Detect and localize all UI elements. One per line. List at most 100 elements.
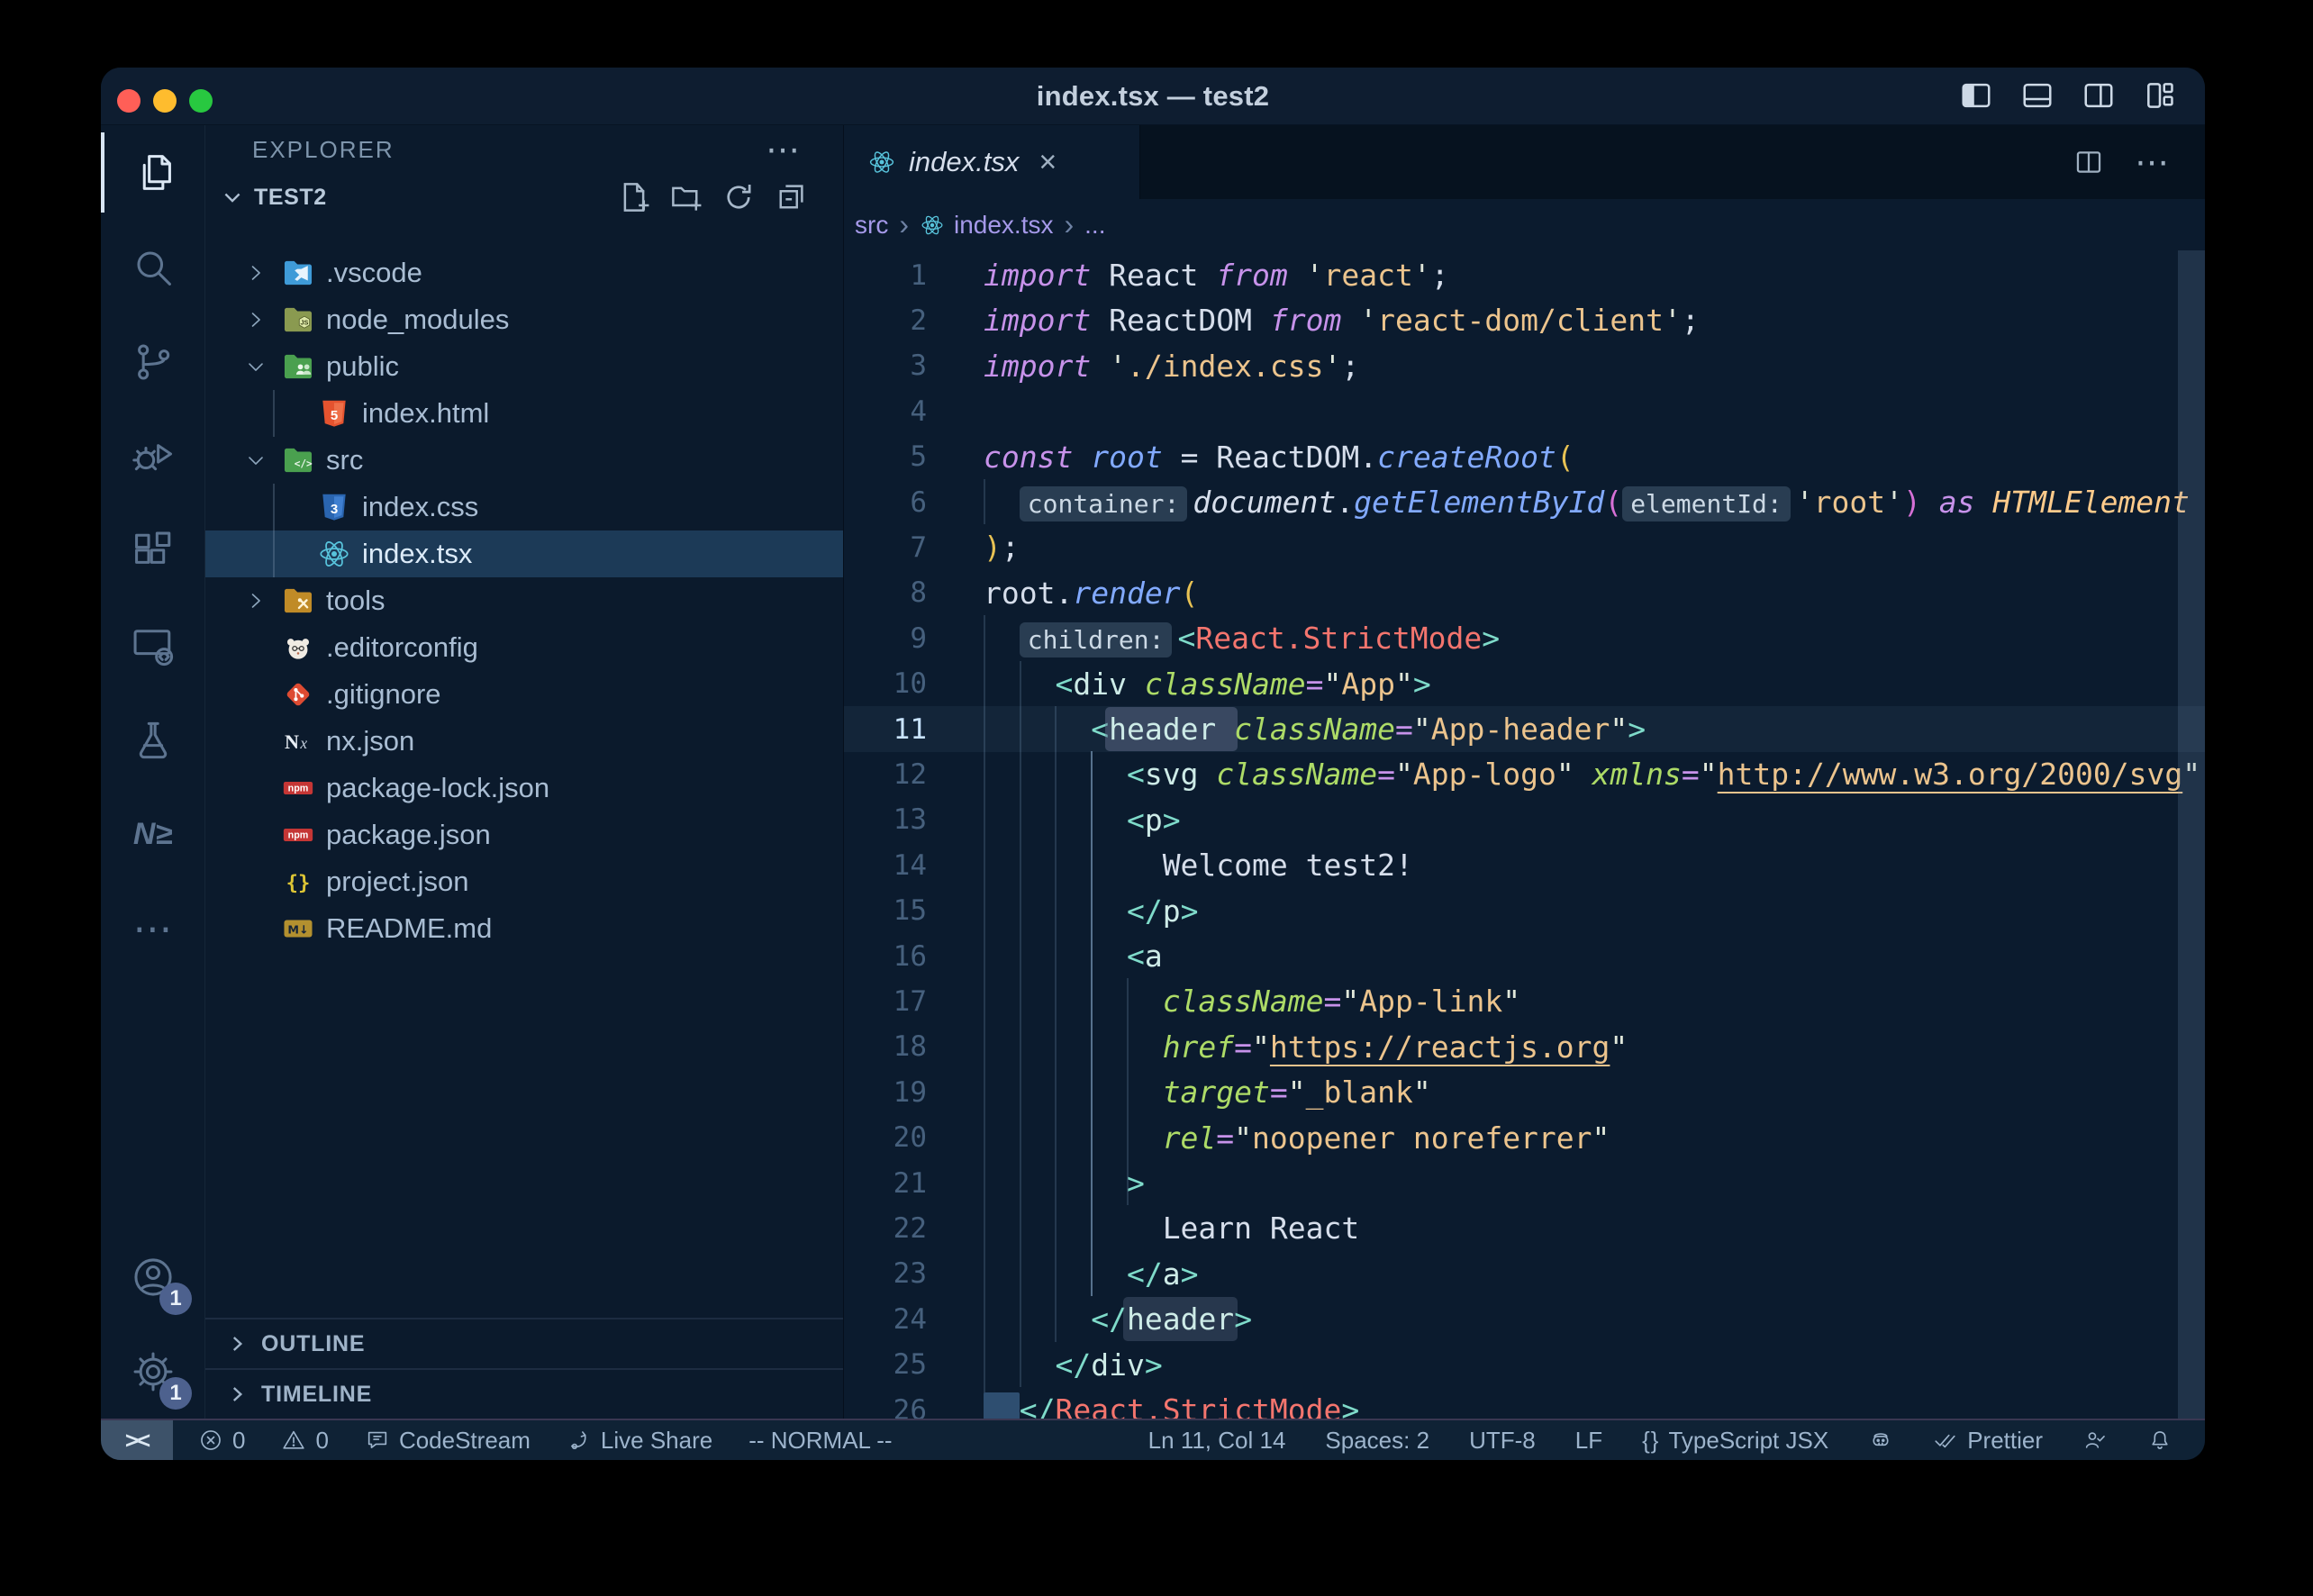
code-line-23[interactable]: 23 </a> [844, 1251, 2205, 1297]
line-number[interactable]: 24 [844, 1303, 927, 1336]
code-line-16[interactable]: 16 <a [844, 933, 2205, 979]
code-line-13[interactable]: 13 <p> [844, 797, 2205, 843]
line-number[interactable]: 20 [844, 1121, 927, 1154]
breadcrumb-item-index-tsx[interactable]: index.tsx [920, 211, 1054, 240]
code-line-3[interactable]: 3import './index.css'; [844, 343, 2205, 389]
zoom-window-button[interactable] [189, 89, 213, 113]
tree-item--vscode[interactable]: .vscode [205, 249, 843, 296]
status-item-feedback[interactable] [2082, 1428, 2108, 1453]
status-item-live-share[interactable]: Live Share [567, 1427, 712, 1455]
line-number[interactable]: 15 [844, 894, 927, 927]
status-item-vim-mode[interactable]: -- NORMAL -- [748, 1427, 892, 1455]
activity-item-source-control[interactable] [101, 314, 204, 409]
line-number[interactable]: 26 [844, 1394, 927, 1419]
status-item-cursor-position[interactable]: Ln 11, Col 14 [1148, 1427, 1286, 1455]
code-line-5[interactable]: 5const root = ReactDOM.createRoot( [844, 434, 2205, 480]
status-item-encoding[interactable]: UTF-8 [1469, 1427, 1536, 1455]
code-line-7[interactable]: 7); [844, 524, 2205, 570]
line-number[interactable]: 4 [844, 395, 927, 428]
code-line-2[interactable]: 2import ReactDOM from 'react-dom/client'… [844, 297, 2205, 343]
line-number[interactable]: 13 [844, 803, 927, 836]
line-number[interactable]: 8 [844, 576, 927, 609]
collapse-folders-icon[interactable] [775, 181, 807, 213]
code-line-9[interactable]: 9 children:<React.StrictMode> [844, 615, 2205, 661]
line-number[interactable]: 6 [844, 486, 927, 519]
code-line-26[interactable]: 26 </React.StrictMode> [844, 1387, 2205, 1419]
line-number[interactable]: 25 [844, 1348, 927, 1381]
code-line-17[interactable]: 17 className="App-link" [844, 978, 2205, 1024]
editor-scrollbar[interactable] [2178, 250, 2205, 1419]
activity-item-nx-console[interactable]: N≥ [101, 787, 204, 882]
status-item-indentation[interactable]: Spaces: 2 [1325, 1427, 1429, 1455]
tree-item--gitignore[interactable]: .gitignore [205, 671, 843, 718]
code-line-15[interactable]: 15 </p> [844, 888, 2205, 934]
activity-item-extensions[interactable] [101, 503, 204, 598]
activity-item-accounts[interactable]: 1 [101, 1229, 204, 1324]
toggle-sidebar-icon[interactable] [1958, 78, 1994, 113]
minimize-window-button[interactable] [153, 89, 177, 113]
code-line-24[interactable]: 24 </header> [844, 1296, 2205, 1342]
line-number[interactable]: 10 [844, 667, 927, 700]
customize-layout-icon[interactable] [2142, 78, 2178, 113]
tree-item-node-modules[interactable]: JSnode_modules [205, 296, 843, 343]
outline-panel-header[interactable]: OUTLINE [205, 1318, 843, 1368]
code-line-14[interactable]: 14 Welcome test2! [844, 842, 2205, 888]
tree-item-index-html[interactable]: 5index.html [205, 390, 843, 437]
activity-item-explorer[interactable] [101, 125, 204, 220]
line-number[interactable]: 11 [844, 713, 927, 746]
code-line-25[interactable]: 25 </div> [844, 1342, 2205, 1388]
tree-item-package-lock-json[interactable]: npmpackage-lock.json [205, 765, 843, 812]
line-number[interactable]: 1 [844, 259, 927, 292]
tree-item--editorconfig[interactable]: .editorconfig [205, 624, 843, 671]
project-section-header[interactable]: TEST2 [205, 174, 843, 221]
code-line-20[interactable]: 20 rel="noopener noreferrer" [844, 1115, 2205, 1161]
new-file-icon[interactable] [618, 181, 650, 213]
line-number[interactable]: 2 [844, 304, 927, 337]
line-number[interactable]: 7 [844, 531, 927, 564]
tree-item-index-tsx[interactable]: index.tsx [205, 530, 843, 577]
line-number[interactable]: 18 [844, 1030, 927, 1063]
activity-item-remote-explorer[interactable] [101, 598, 204, 693]
line-number[interactable]: 16 [844, 940, 927, 973]
status-item-notifications[interactable] [2147, 1428, 2172, 1453]
toggle-secondary-sidebar-icon[interactable] [2081, 78, 2117, 113]
activity-item-run-debug[interactable] [101, 409, 204, 503]
more-editor-actions-icon[interactable]: ⋯ [2135, 142, 2169, 183]
tree-item-project-json[interactable]: {}project.json [205, 858, 843, 905]
tree-item-public[interactable]: public [205, 343, 843, 390]
code-line-18[interactable]: 18 href="https://reactjs.org" [844, 1024, 2205, 1070]
activity-item-search[interactable] [101, 220, 204, 314]
tree-item-tools[interactable]: tools [205, 577, 843, 624]
line-number[interactable]: 21 [844, 1167, 927, 1200]
tree-item-package-json[interactable]: npmpackage.json [205, 812, 843, 858]
close-window-button[interactable] [117, 89, 141, 113]
status-item-language-mode[interactable]: {}TypeScript JSX [1642, 1427, 1828, 1455]
code-line-1[interactable]: 1import React from 'react'; [844, 252, 2205, 298]
line-number[interactable]: 12 [844, 758, 927, 791]
status-item-warnings[interactable]: 0 [281, 1427, 328, 1455]
code-line-22[interactable]: 22 Learn React [844, 1205, 2205, 1251]
line-number[interactable]: 22 [844, 1212, 927, 1245]
code-line-6[interactable]: 6 container:document.getElementById(elem… [844, 479, 2205, 525]
code-line-21[interactable]: 21 > [844, 1160, 2205, 1206]
status-item-copilot[interactable] [1868, 1428, 1893, 1453]
code-line-8[interactable]: 8root.render( [844, 570, 2205, 616]
tree-item-nx-json[interactable]: Nxnx.json [205, 718, 843, 765]
status-item-prettier[interactable]: Prettier [1933, 1427, 2043, 1455]
tree-item-readme-md[interactable]: M↓README.md [205, 905, 843, 952]
activity-item-more-views[interactable]: ⋯ [101, 882, 204, 976]
status-item-codestream[interactable]: CodeStream [365, 1427, 531, 1455]
activity-item-testing[interactable] [101, 693, 204, 787]
status-item-eol[interactable]: LF [1575, 1427, 1602, 1455]
line-number[interactable]: 3 [844, 349, 927, 382]
line-number[interactable]: 17 [844, 985, 927, 1018]
toggle-panel-icon[interactable] [2019, 78, 2055, 113]
line-number[interactable]: 19 [844, 1076, 927, 1109]
code-line-4[interactable]: 4 [844, 388, 2205, 434]
tree-item-index-css[interactable]: 3index.css [205, 484, 843, 530]
breadcrumb-item-src[interactable]: src [855, 211, 888, 240]
activity-item-settings[interactable]: 1 [101, 1324, 204, 1419]
explorer-more-actions-icon[interactable]: ⋯ [766, 130, 800, 170]
line-number[interactable]: 23 [844, 1257, 927, 1290]
line-number[interactable]: 9 [844, 622, 927, 655]
